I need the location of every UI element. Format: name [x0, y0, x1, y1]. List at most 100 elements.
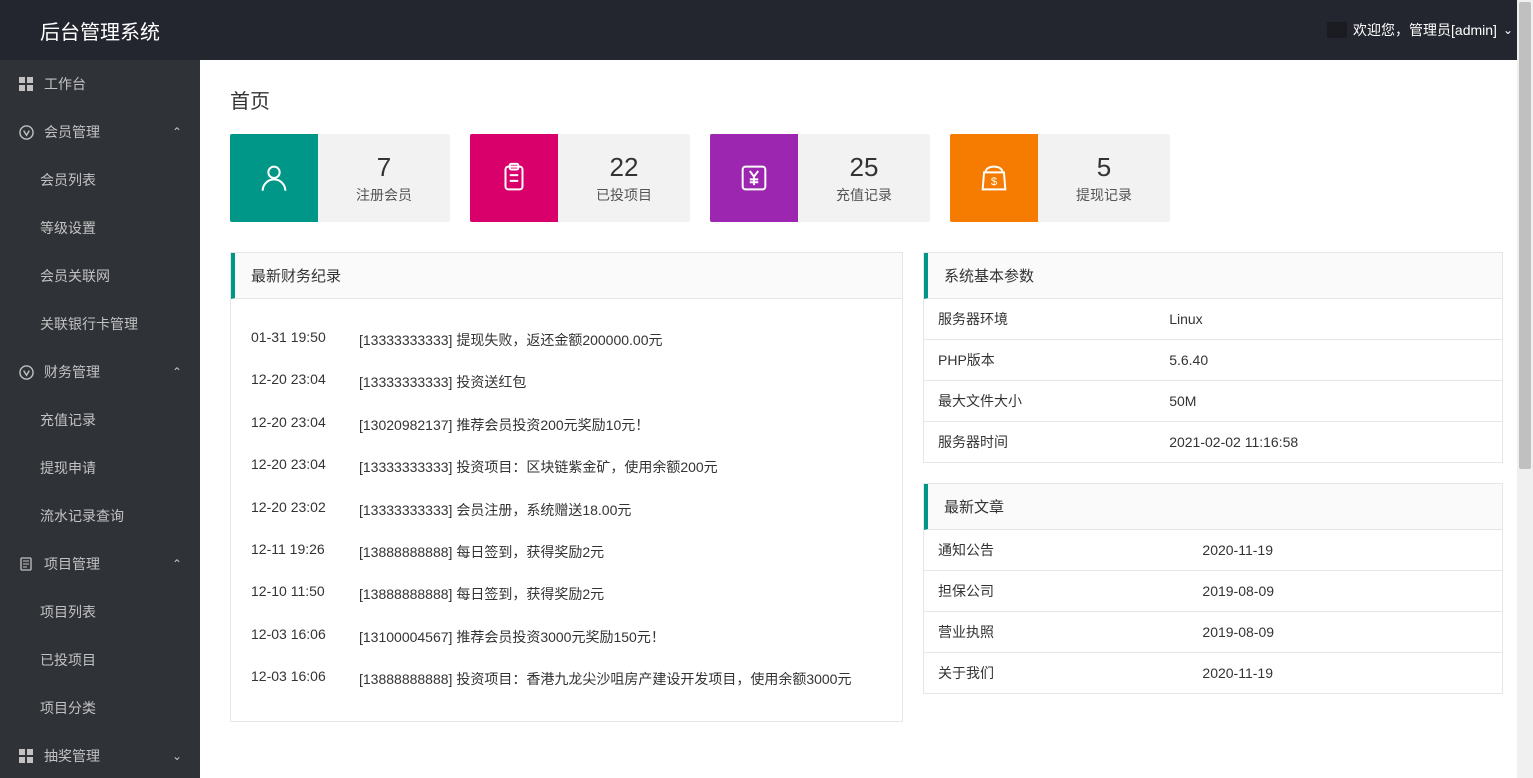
- article-row[interactable]: 营业执照2019-08-09: [924, 612, 1502, 653]
- stat-number: 7: [377, 152, 391, 183]
- scrollbar-thumb[interactable]: [1519, 2, 1531, 469]
- stat-card-1[interactable]: 22 已投项目: [470, 134, 690, 222]
- finance-row: 12-20 23:04 [13333333333] 投资送红包: [251, 361, 882, 403]
- sidebar-subitem-1-2[interactable]: 会员关联网: [0, 252, 200, 300]
- sidebar-item-0[interactable]: 工作台: [0, 60, 200, 108]
- finance-time: 12-20 23:04: [251, 414, 341, 436]
- param-row: 服务器环境Linux: [924, 299, 1502, 340]
- stat-card-2[interactable]: 25 充值记录: [710, 134, 930, 222]
- finance-panel: 最新财务纪录 01-31 19:50 [13333333333] 提现失败，返还金…: [230, 252, 903, 722]
- chevron-down-icon: ⌄: [172, 749, 182, 763]
- finance-row: 12-10 11:50 [13888888888] 每日签到，获得奖励2元: [251, 573, 882, 615]
- sidebar-subitem-2-2[interactable]: 流水记录查询: [0, 492, 200, 540]
- app-title: 后台管理系统: [40, 16, 160, 45]
- article-title: 通知公告: [924, 530, 1188, 571]
- finance-content: [13888888888] 每日签到，获得奖励2元: [359, 583, 882, 605]
- sidebar-item-4[interactable]: 抽奖管理 ⌄: [0, 732, 200, 778]
- sidebar-subitem-3-0[interactable]: 项目列表: [0, 588, 200, 636]
- sidebar-subitem-3-1[interactable]: 已投项目: [0, 636, 200, 684]
- finance-content: [13333333333] 投资项目：区块链紫金矿，使用余额200元: [359, 456, 882, 478]
- stat-card-3[interactable]: $ 5 提现记录: [950, 134, 1170, 222]
- articles-panel: 最新文章 通知公告2020-11-19担保公司2019-08-09营业执照201…: [923, 483, 1503, 694]
- document-icon: [18, 556, 34, 572]
- finance-row: 12-20 23:04[13333333333] 投资项目：区块链紫金矿，使用余…: [251, 446, 882, 488]
- finance-content: [13333333333] 提现失败，返还金额200000.00元: [359, 329, 882, 351]
- article-date: 2020-11-19: [1188, 530, 1502, 571]
- circle-v-icon: [18, 364, 34, 380]
- sidebar-item-2[interactable]: 财务管理 ⌃: [0, 348, 200, 396]
- finance-row: 12-20 23:02 [13333333333] 会员注册，系统赠送18.00元: [251, 489, 882, 531]
- finance-panel-title: 最新财务纪录: [231, 253, 902, 299]
- finance-time: 12-11 19:26: [251, 541, 341, 563]
- clipboard-icon: [470, 134, 558, 222]
- sidebar-item-3[interactable]: 项目管理⌃: [0, 540, 200, 588]
- article-title: 营业执照: [924, 612, 1188, 653]
- param-value: 50M: [1155, 381, 1502, 422]
- param-row: PHP版本5.6.40: [924, 340, 1502, 381]
- stat-number: 25: [850, 152, 879, 183]
- sidebar-subitem-3-2[interactable]: 项目分类: [0, 684, 200, 732]
- main-content: 首页 7 注册会员 22 已投项目 25 充值记录 $ 5 提现记录 最新财务纪…: [200, 60, 1533, 778]
- sidebar-subitem-1-1[interactable]: 等级设置: [0, 204, 200, 252]
- finance-row: 12-03 16:06 [13888888888] 投资项目：香港九龙尖沙咀房产建…: [251, 658, 882, 700]
- sidebar-subitem-2-0[interactable]: 充值记录: [0, 396, 200, 444]
- finance-time: 12-20 23:04: [251, 371, 341, 393]
- avatar: [1327, 22, 1347, 38]
- param-label: PHP版本: [924, 340, 1155, 381]
- sidebar-item-label: 项目管理: [44, 554, 100, 574]
- chevron-up-icon: ⌃: [172, 365, 182, 379]
- sidebar-subitem-2-1[interactable]: 提现申请: [0, 444, 200, 492]
- finance-time: 12-10 11:50: [251, 583, 341, 605]
- svg-text:$: $: [991, 176, 998, 188]
- welcome-text: 欢迎您，管理员[admin]: [1353, 20, 1497, 40]
- chevron-up-icon: ⌃: [172, 125, 182, 139]
- stat-label: 注册会员: [356, 185, 412, 205]
- stat-card-0[interactable]: 7 注册会员: [230, 134, 450, 222]
- stat-label: 充值记录: [836, 185, 892, 205]
- sidebar-subitem-1-0[interactable]: 会员列表: [0, 156, 200, 204]
- sidebar-item-label: 工作台: [44, 74, 86, 94]
- sidebar-item-1[interactable]: 会员管理⌃: [0, 108, 200, 156]
- stats-row: 7 注册会员 22 已投项目 25 充值记录 $ 5 提现记录: [200, 134, 1533, 252]
- stat-number: 5: [1097, 152, 1111, 183]
- finance-row: 01-31 19:50 [13333333333] 提现失败，返还金额200000…: [251, 319, 882, 361]
- param-row: 服务器时间2021-02-02 11:16:58: [924, 422, 1502, 463]
- user-menu[interactable]: 欢迎您，管理员[admin] ⌄: [1327, 20, 1513, 40]
- param-value: 5.6.40: [1155, 340, 1502, 381]
- stat-label: 已投项目: [596, 185, 652, 205]
- article-title: 担保公司: [924, 571, 1188, 612]
- finance-time: 12-03 16:06: [251, 626, 341, 648]
- finance-content: [13333333333] 投资送红包: [359, 371, 882, 393]
- param-label: 服务器时间: [924, 422, 1155, 463]
- finance-time: 12-20 23:02: [251, 499, 341, 521]
- article-row[interactable]: 关于我们2020-11-19: [924, 653, 1502, 694]
- stat-label: 提现记录: [1076, 185, 1132, 205]
- article-row[interactable]: 担保公司2019-08-09: [924, 571, 1502, 612]
- breadcrumb: 首页: [200, 60, 1533, 134]
- article-title: 关于我们: [924, 653, 1188, 694]
- finance-content: [13333333333] 会员注册，系统赠送18.00元: [359, 499, 882, 521]
- article-date: 2020-11-19: [1188, 653, 1502, 694]
- finance-content: [13100004567] 推荐会员投资3000元奖励150元！: [359, 626, 882, 648]
- article-date: 2019-08-09: [1188, 612, 1502, 653]
- finance-content: [13888888888] 投资项目：香港九龙尖沙咀房产建设开发项目，使用余额3…: [359, 668, 882, 690]
- articles-panel-title: 最新文章: [924, 484, 1502, 530]
- param-label: 服务器环境: [924, 299, 1155, 340]
- article-date: 2019-08-09: [1188, 571, 1502, 612]
- finance-time: 12-03 16:06: [251, 668, 341, 690]
- finance-time: 01-31 19:50: [251, 329, 341, 351]
- circle-v-icon: [18, 124, 34, 140]
- article-row[interactable]: 通知公告2020-11-19: [924, 530, 1502, 571]
- sidebar-subitem-1-3[interactable]: 关联银行卡管理: [0, 300, 200, 348]
- sidebar-item-label: 抽奖管理: [44, 746, 100, 766]
- sidebar-item-label: 财务管理: [44, 362, 100, 382]
- param-row: 最大文件大小50M: [924, 381, 1502, 422]
- param-value: 2021-02-02 11:16:58: [1155, 422, 1502, 463]
- grid-icon: [18, 748, 34, 764]
- stat-number: 22: [610, 152, 639, 183]
- finance-row: 12-20 23:04[13020982137] 推荐会员投资200元奖励10元…: [251, 404, 882, 446]
- scrollbar[interactable]: [1517, 0, 1533, 778]
- app-header: 后台管理系统 欢迎您，管理员[admin] ⌄: [0, 0, 1533, 60]
- param-value: Linux: [1155, 299, 1502, 340]
- param-label: 最大文件大小: [924, 381, 1155, 422]
